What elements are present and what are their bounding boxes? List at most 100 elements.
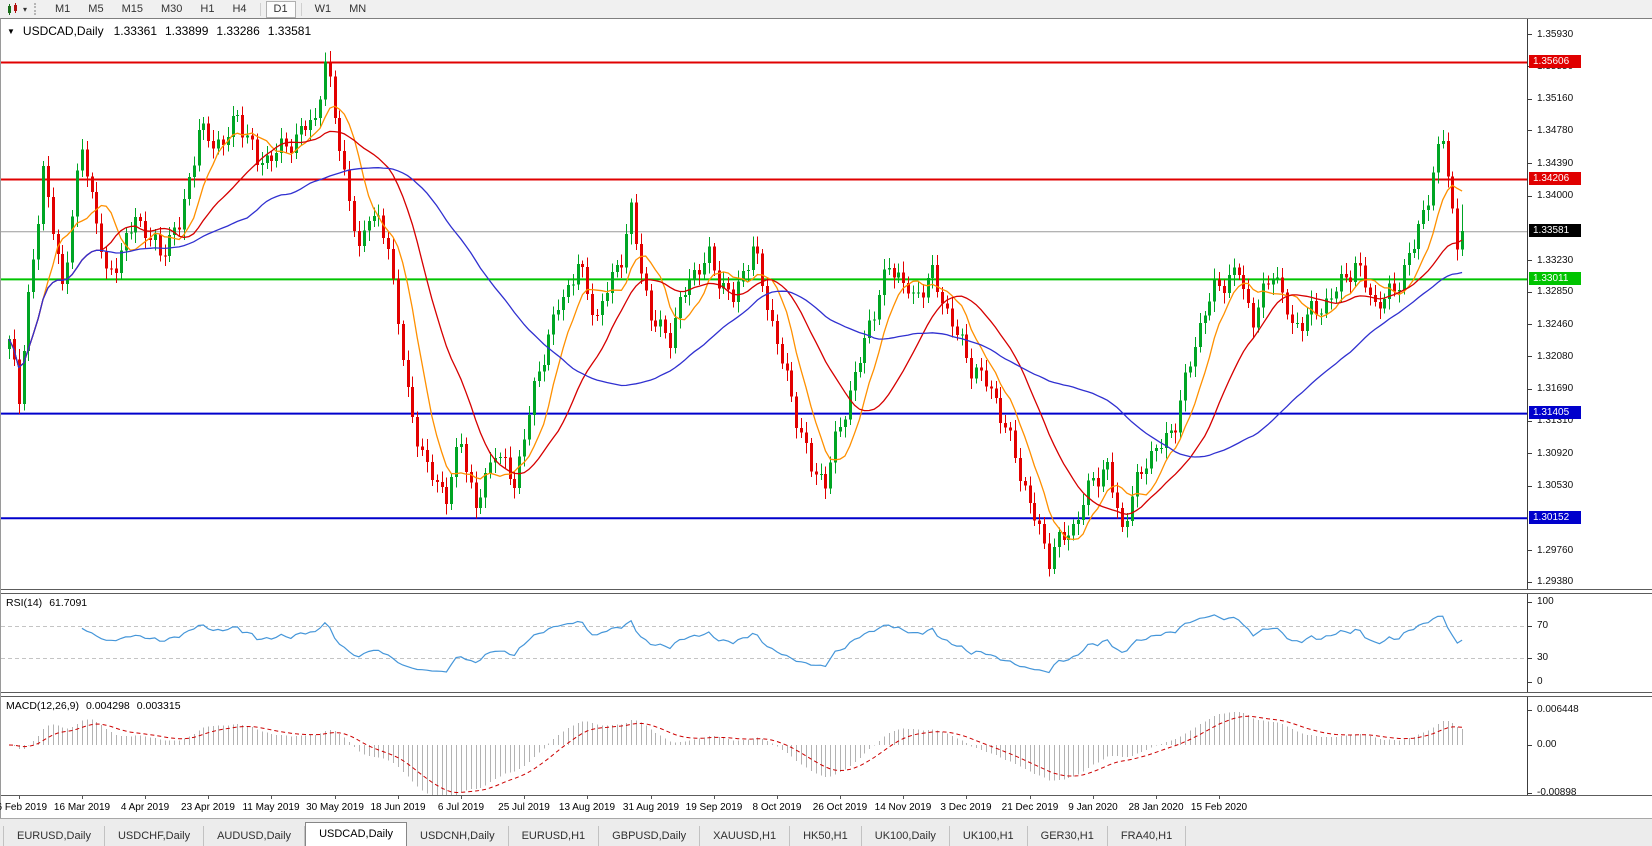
chart-tab-xauusd-h1[interactable]: XAUUSD,H1 — [700, 826, 790, 846]
rsi-axis[interactable]: 10070300 — [1527, 594, 1652, 692]
ohlc-high: 1.33899 — [165, 24, 208, 38]
price-axis-tick — [1528, 453, 1532, 454]
price-axis-label: 1.30530 — [1537, 480, 1573, 491]
ohlc-close: 1.33581 — [268, 24, 311, 38]
time-axis-label: 11 May 2019 — [242, 802, 299, 813]
timeframe-button-d1[interactable]: D1 — [266, 1, 296, 18]
price-axis-label: 1.32080 — [1537, 351, 1573, 362]
price-axis-tick — [1528, 130, 1532, 131]
time-axis-label: 31 Aug 2019 — [623, 802, 679, 813]
timeframe-button-w1[interactable]: W1 — [307, 1, 340, 18]
time-axis[interactable]: 26 Feb 201916 Mar 20194 Apr 201923 Apr 2… — [1, 795, 1652, 819]
price-axis-tick — [1528, 324, 1532, 325]
time-axis-label: 26 Feb 2019 — [0, 802, 47, 813]
time-axis-label: 6 Jul 2019 — [438, 802, 484, 813]
time-axis-label: 21 Dec 2019 — [1002, 802, 1059, 813]
chart-tab-fra40-h1[interactable]: FRA40,H1 — [1108, 826, 1186, 846]
timeframe-button-h4[interactable]: H4 — [224, 1, 254, 18]
time-axis-label: 14 Nov 2019 — [875, 802, 932, 813]
time-axis-label: 16 Mar 2019 — [54, 802, 110, 813]
price-level-badge: 1.33011 — [1529, 272, 1581, 285]
time-axis-tick — [903, 796, 904, 799]
price-axis-tick — [1528, 582, 1532, 583]
chart-tab-usdchf-daily[interactable]: USDCHF,Daily — [105, 826, 204, 846]
price-level-badge: 1.34206 — [1529, 172, 1581, 185]
timeframe-button-m15[interactable]: M15 — [114, 1, 151, 18]
timeframes-icon[interactable] — [6, 3, 21, 16]
macd-signal-value: 0.003315 — [137, 700, 181, 712]
time-axis-tick — [1156, 796, 1157, 799]
price-axis-label: 1.29760 — [1537, 545, 1573, 556]
price-axis-tick — [1528, 196, 1532, 197]
toolbar-grip-handle[interactable] — [34, 3, 39, 15]
rsi-value: 61.7091 — [49, 597, 87, 609]
macd-axis-label: 0.00 — [1537, 739, 1556, 750]
mt4-terminal: ▾ M1M5M15M30H1H4 D1 W1MN 1.359301.355501.3… — [0, 0, 1652, 846]
chart-symbol-period: USDCAD,Daily — [23, 24, 104, 38]
timeframe-button-mn[interactable]: MN — [341, 1, 374, 18]
timeframe-button-m30[interactable]: M30 — [153, 1, 190, 18]
chart-tab-hk50-h1[interactable]: HK50,H1 — [790, 826, 862, 846]
time-axis-label: 3 Dec 2019 — [940, 802, 991, 813]
time-axis-label: 4 Apr 2019 — [121, 802, 169, 813]
price-axis-tick — [1528, 260, 1532, 261]
price-axis-tick — [1528, 163, 1532, 164]
timeframe-button-m1[interactable]: M1 — [47, 1, 78, 18]
time-axis-tick — [208, 796, 209, 799]
time-axis-tick — [651, 796, 652, 799]
chart-window: 1.359301.355501.351601.347801.343901.340… — [0, 18, 1652, 818]
macd-value: 0.004298 — [86, 700, 130, 712]
price-axis-tick — [1528, 389, 1532, 390]
time-axis-tick — [1219, 796, 1220, 799]
time-axis-tick — [840, 796, 841, 799]
time-axis-tick — [714, 796, 715, 799]
timeframe-button-h1[interactable]: H1 — [192, 1, 222, 18]
price-axis-label: 1.32850 — [1537, 286, 1573, 297]
rsi-axis-tick — [1528, 682, 1532, 683]
chart-tab-usdcad-daily[interactable]: USDCAD,Daily — [305, 822, 407, 846]
chart-tab-uk100-daily[interactable]: UK100,Daily — [862, 826, 950, 846]
chevron-down-icon[interactable]: ▾ — [23, 5, 27, 14]
time-axis-label: 19 Sep 2019 — [686, 802, 743, 813]
chart-tab-uk100-h1[interactable]: UK100,H1 — [950, 826, 1028, 846]
chart-tab-usdcnh-daily[interactable]: USDCNH,Daily — [407, 826, 509, 846]
time-axis-tick — [398, 796, 399, 799]
price-axis-label: 1.32460 — [1537, 319, 1573, 330]
price-axis-tick — [1528, 292, 1532, 293]
price-axis-tick — [1528, 99, 1532, 100]
price-axis[interactable]: 1.359301.355501.351601.347801.343901.340… — [1527, 19, 1652, 589]
time-axis-tick — [966, 796, 967, 799]
chart-tab-eurusd-daily[interactable]: EURUSD,Daily — [3, 826, 105, 846]
timeframe-toolbar: ▾ M1M5M15M30H1H4 D1 W1MN — [0, 0, 1652, 19]
price-axis-label: 1.31690 — [1537, 383, 1573, 394]
price-axis-tick — [1528, 356, 1532, 357]
timeframe-button-m5[interactable]: M5 — [80, 1, 111, 18]
price-chart-plot[interactable] — [1, 19, 1527, 589]
rsi-name: RSI(14) — [6, 597, 42, 609]
chart-tab-eurusd-h1[interactable]: EURUSD,H1 — [509, 826, 600, 846]
time-axis-label: 18 Jun 2019 — [370, 802, 425, 813]
toolbar-separator — [260, 3, 261, 16]
chart-tab-ger30-h1[interactable]: GER30,H1 — [1028, 826, 1108, 846]
bear-candle-wicks — [15, 51, 1458, 577]
chart-dropdown-icon[interactable]: ▼ — [7, 27, 15, 36]
time-axis-label: 15 Feb 2020 — [1191, 802, 1247, 813]
rsi-plot[interactable] — [1, 594, 1527, 692]
price-axis-label: 1.33230 — [1537, 255, 1573, 266]
chart-tab-gbpusd-daily[interactable]: GBPUSD,Daily — [599, 826, 700, 846]
price-level-badge: 1.35606 — [1529, 55, 1581, 68]
chart-tab-audusd-daily[interactable]: AUDUSD,Daily — [204, 826, 305, 846]
rsi-axis-tick — [1528, 658, 1532, 659]
price-axis-label: 1.35930 — [1537, 29, 1573, 40]
ohlc-open: 1.33361 — [114, 24, 157, 38]
macd-axis[interactable]: 0.0064480.00-0.00898 — [1527, 697, 1652, 795]
rsi-axis-label: 0 — [1537, 676, 1543, 687]
time-axis-tick — [1030, 796, 1031, 799]
ohlc-low: 1.33286 — [216, 24, 259, 38]
sma-fast-line — [9, 106, 1462, 539]
time-axis-tick — [1093, 796, 1094, 799]
time-axis-label: 13 Aug 2019 — [559, 802, 615, 813]
macd-plot[interactable] — [1, 697, 1527, 795]
time-axis-tick — [19, 796, 20, 799]
macd-axis-tick — [1528, 793, 1532, 794]
